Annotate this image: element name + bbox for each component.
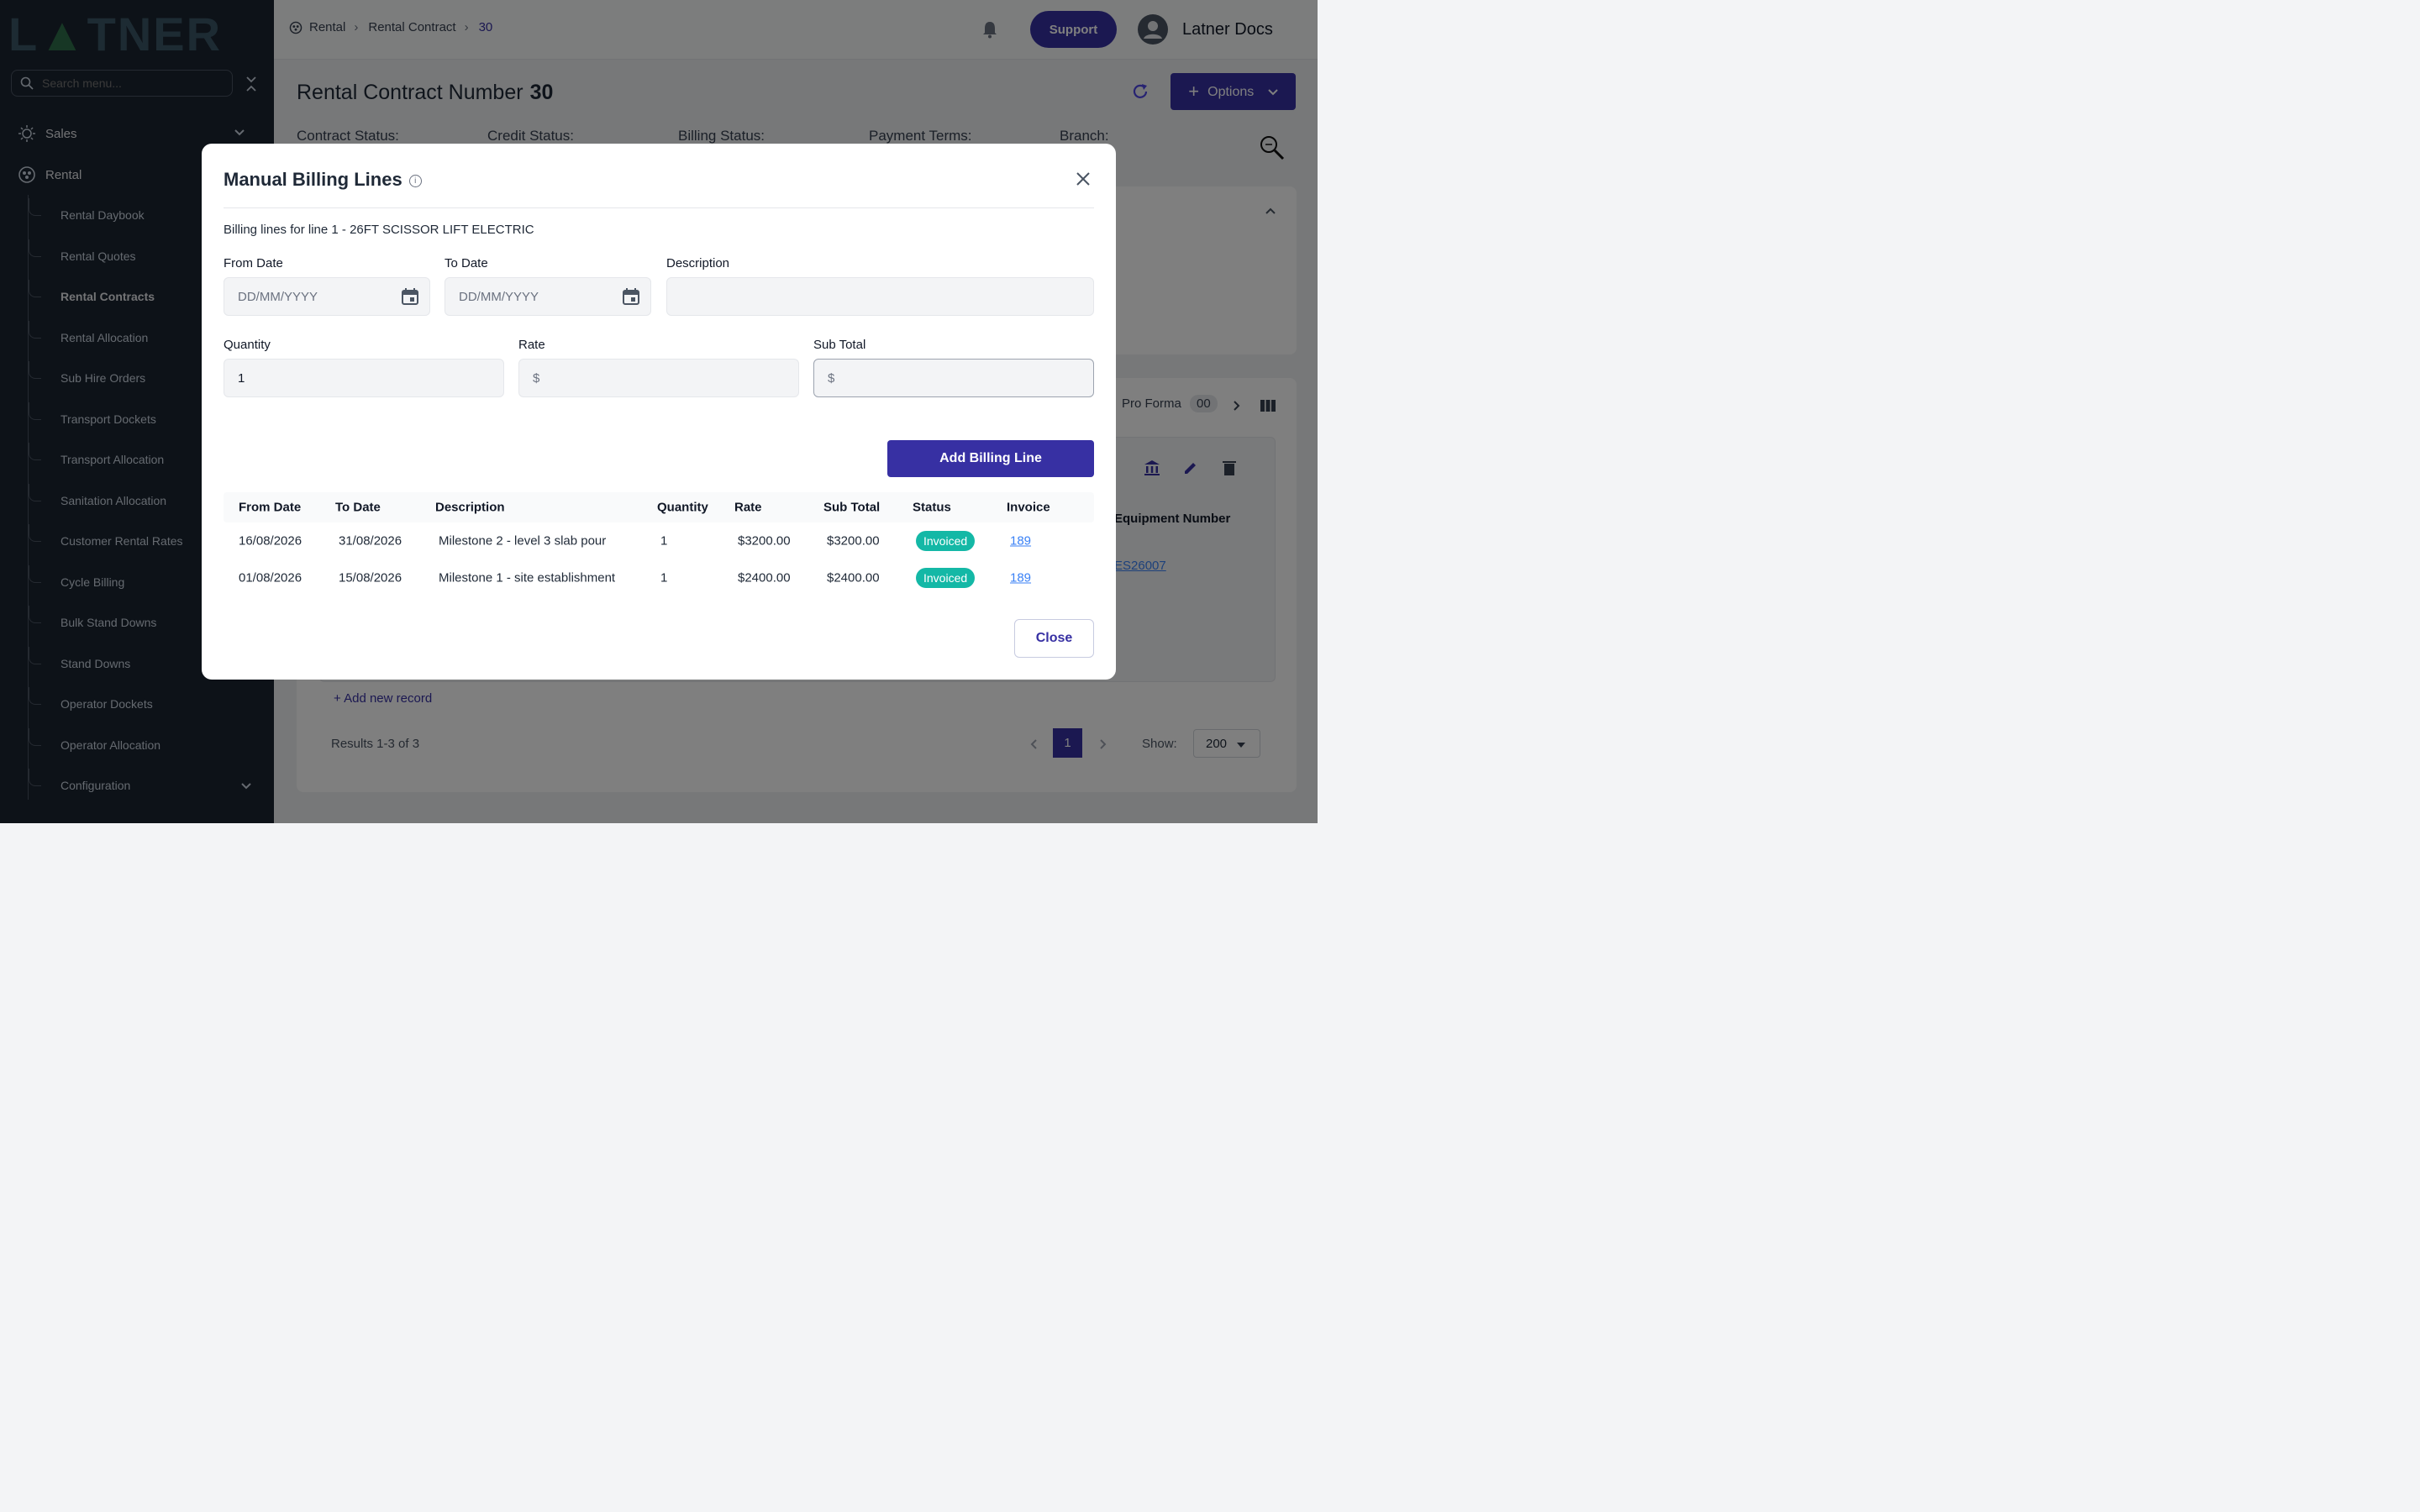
calendar-icon[interactable] [622,287,640,306]
close-icon[interactable] [1076,169,1091,189]
cell-from-date: 16/08/2026 [239,533,302,549]
cell-quantity: 1 [660,533,668,549]
to-date-field[interactable]: DD/MM/YYYY [445,277,651,316]
cell-rate: $3200.00 [738,533,791,549]
status-badge: Invoiced [916,568,976,588]
description-field[interactable] [666,277,1094,316]
app-root: L▲TNER Sales Rental Rental DaybookRental… [0,0,1318,823]
close-button[interactable]: Close [1014,619,1094,658]
cell-sub-total: $2400.00 [827,570,880,585]
col-rate: Rate [734,500,762,515]
rate-label: Rate [518,338,545,352]
subtotal-prefix: $ [828,370,835,386]
from-date-label: From Date [224,256,283,270]
cell-rate: $2400.00 [738,570,791,585]
cell-from-date: 01/08/2026 [239,570,302,585]
to-date-label: To Date [445,256,488,270]
modal-title: Manual Billing Lines i [224,169,422,191]
quantity-field[interactable]: 1 [224,359,504,397]
col-to-date: To Date [335,500,381,515]
billing-lines-table: From Date To Date Description Quantity R… [224,492,1094,596]
modal-title-text: Manual Billing Lines [224,169,402,190]
from-date-field[interactable]: DD/MM/YYYY [224,277,430,316]
col-sub-total: Sub Total [823,500,881,515]
cell-to-date: 31/08/2026 [339,533,402,549]
subtotal-label: Sub Total [813,338,866,352]
manual-billing-modal: Manual Billing Lines i Billing lines for … [202,144,1116,680]
col-status: Status [913,500,951,515]
to-date-placeholder: DD/MM/YYYY [459,289,539,304]
cell-description: Milestone 1 - site establishment [439,570,616,585]
col-from-date: From Date [239,500,302,515]
col-invoice: Invoice [1007,500,1050,515]
description-label: Description [666,256,730,270]
modal-divider [224,207,1094,208]
col-description: Description [435,500,505,515]
cell-description: Milestone 2 - level 3 slab pour [439,533,607,549]
table-row[interactable]: 01/08/2026 15/08/2026 Milestone 1 - site… [224,559,1094,596]
cell-quantity: 1 [660,570,668,585]
table-header: From Date To Date Description Quantity R… [224,492,1094,522]
add-billing-line-button[interactable]: Add Billing Line [887,440,1094,477]
calendar-icon[interactable] [401,287,419,306]
quantity-value: 1 [238,370,245,386]
invoice-link[interactable]: 189 [1010,534,1031,549]
rate-prefix: $ [533,370,540,386]
table-row[interactable]: 16/08/2026 31/08/2026 Milestone 2 - leve… [224,522,1094,559]
info-icon[interactable]: i [408,174,422,187]
quantity-label: Quantity [224,338,271,352]
rate-field[interactable]: $ [518,359,799,397]
modal-subtitle: Billing lines for line 1 - 26FT SCISSOR … [224,223,534,237]
subtotal-field[interactable]: $ [813,359,1094,397]
col-quantity: Quantity [657,500,708,515]
invoice-link[interactable]: 189 [1010,571,1031,585]
cell-sub-total: $3200.00 [827,533,880,549]
from-date-placeholder: DD/MM/YYYY [238,289,318,304]
cell-to-date: 15/08/2026 [339,570,402,585]
status-badge: Invoiced [916,531,976,551]
